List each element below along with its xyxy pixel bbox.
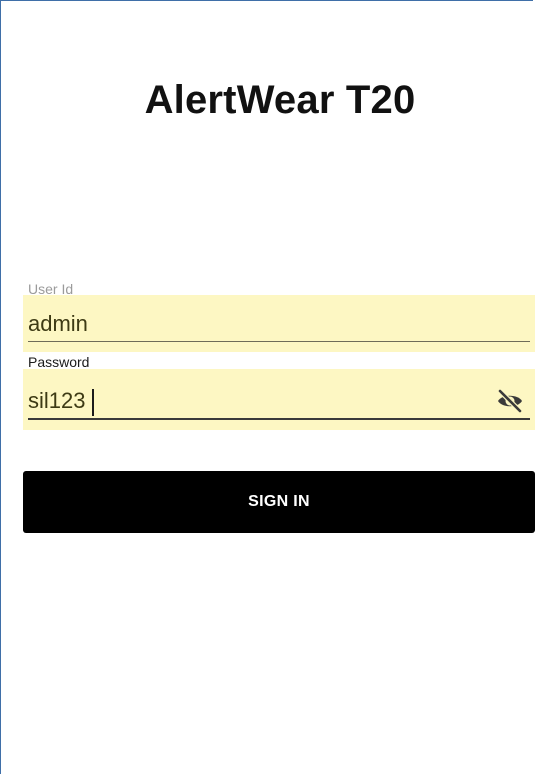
- app-title: AlertWear T20: [144, 78, 416, 122]
- password-value[interactable]: sil123: [28, 388, 85, 414]
- password-field[interactable]: sil123: [23, 369, 535, 430]
- sign-in-button[interactable]: SIGN IN: [23, 471, 535, 533]
- eye-off-icon-graphic: [497, 389, 523, 413]
- eye-off-icon[interactable]: [495, 388, 525, 414]
- user-id-underline: [28, 341, 530, 342]
- password-label: Password: [28, 354, 90, 370]
- password-underline: [28, 418, 530, 420]
- text-cursor: [92, 389, 94, 416]
- user-id-value[interactable]: admin: [28, 311, 88, 337]
- user-id-field[interactable]: admin: [23, 295, 535, 352]
